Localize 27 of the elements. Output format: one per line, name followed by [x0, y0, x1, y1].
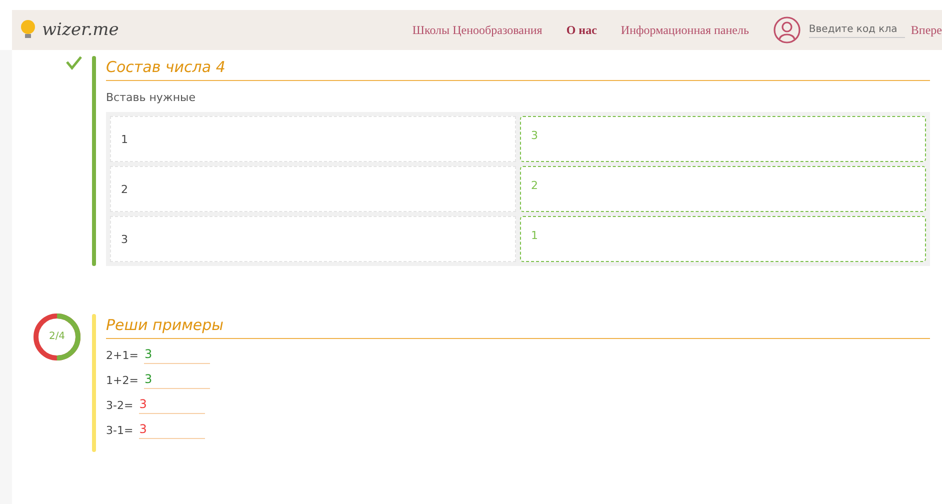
match-answer[interactable]: 3 [520, 116, 926, 162]
code-field[interactable]: Введите код кла [808, 22, 905, 38]
answer-field[interactable]: 3 [144, 372, 210, 389]
go-link[interactable]: Впере [910, 22, 942, 38]
score-ring [32, 312, 82, 362]
equation-text: 3-2= [106, 399, 134, 412]
user-icon[interactable] [772, 16, 801, 44]
match-answer[interactable]: 2 [520, 166, 926, 212]
match-answer[interactable]: 1 [520, 216, 926, 262]
nav-link[interactable]: Школы Ценообразования [412, 22, 542, 38]
nav-link[interactable]: О нас [566, 22, 597, 38]
equation-text: 3-1= [106, 424, 134, 437]
equation-text: 2+1= [106, 349, 138, 362]
task-title: Состав числа 4 [106, 56, 930, 81]
score-text: 2/4 [48, 331, 66, 343]
task-title: Реши примеры [106, 314, 930, 339]
answer-field[interactable]: 3 [139, 422, 206, 439]
match-item[interactable]: 1 [110, 116, 516, 162]
equation-text: 1+2= [106, 374, 138, 387]
match-item[interactable]: 3 [110, 216, 516, 262]
logo-text[interactable]: wizer.me [42, 20, 119, 40]
instruction-text: Вставь нужные [106, 91, 196, 104]
answer-field[interactable]: 3 [144, 347, 210, 364]
answer-field[interactable]: 3 [139, 397, 206, 414]
nav-link[interactable]: Информационная панель [620, 22, 749, 38]
match-item[interactable]: 2 [110, 166, 516, 212]
lightbulb-icon [20, 20, 36, 40]
